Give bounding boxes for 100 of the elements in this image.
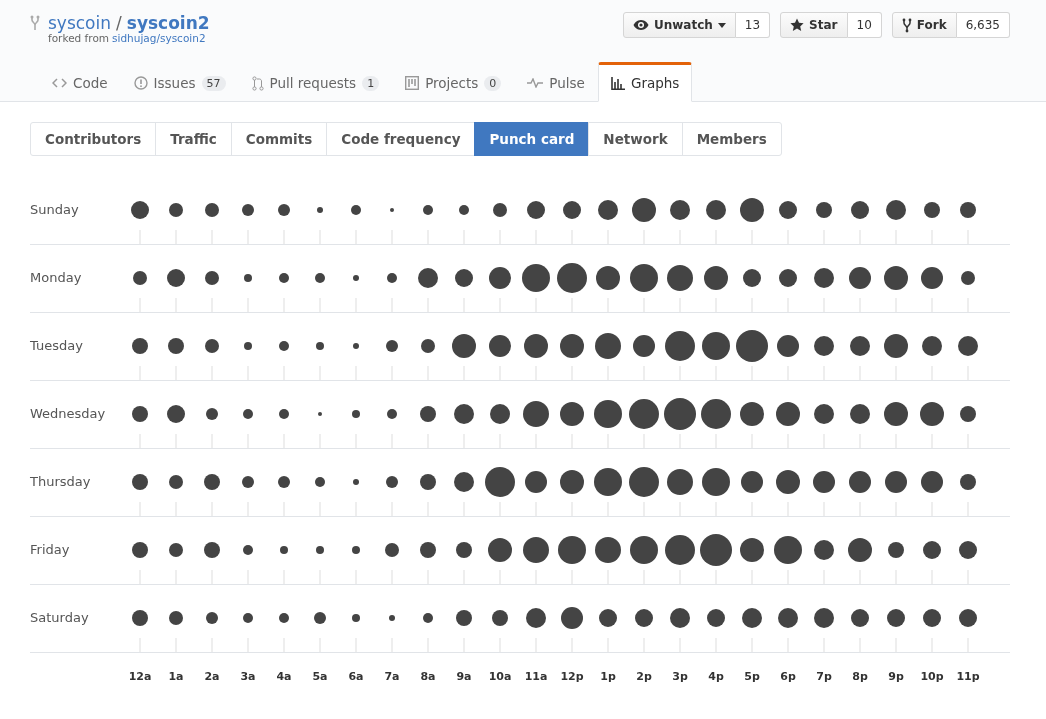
punch-dot <box>204 542 220 558</box>
punch-dot <box>132 338 148 354</box>
punch-dot <box>558 536 586 564</box>
hour-label: 3p <box>671 670 689 683</box>
punch-dot <box>168 338 184 354</box>
punch-dot <box>633 335 655 357</box>
hour-label: 6a <box>347 670 365 683</box>
graph-subnav-item[interactable]: Commits <box>230 122 328 156</box>
hour-label: 10p <box>919 670 945 683</box>
punch-dot <box>850 336 870 356</box>
punch-dot <box>492 610 508 626</box>
punch-dot <box>779 269 797 287</box>
punch-dot <box>352 546 360 554</box>
punch-dot <box>959 609 977 627</box>
punch-dot <box>921 267 943 289</box>
punch-dot <box>316 546 324 554</box>
fork-count[interactable]: 6,635 <box>956 12 1010 38</box>
punch-dot <box>920 402 944 426</box>
punch-dot <box>888 542 904 558</box>
punch-dot <box>848 538 872 562</box>
punch-dot <box>421 339 435 353</box>
hour-label: 7a <box>383 670 401 683</box>
watch-count[interactable]: 13 <box>735 12 771 38</box>
issue-icon <box>133 76 148 90</box>
repo-tab[interactable]: Projects 0 <box>392 62 515 102</box>
punch-dot <box>594 400 622 428</box>
punch-dot <box>278 476 290 488</box>
graph-subnav-item[interactable]: Contributors <box>30 122 157 156</box>
repo-tab[interactable]: Code <box>39 62 121 102</box>
owner-link[interactable]: syscoin <box>48 11 112 35</box>
punch-dot <box>560 334 584 358</box>
hour-label: 11a <box>523 670 549 683</box>
punch-dot <box>390 208 394 212</box>
punch-dot <box>707 609 725 627</box>
hour-label: 12a <box>127 670 153 683</box>
path-separator: / <box>116 12 122 34</box>
graph-subnav-item[interactable]: Code frequency <box>326 122 476 156</box>
punch-dot <box>456 542 472 558</box>
punch-dot <box>776 402 800 426</box>
repo-link[interactable]: syscoin2 <box>126 11 210 35</box>
punch-dot <box>454 472 474 492</box>
hour-label: 3a <box>239 670 257 683</box>
star-count[interactable]: 10 <box>847 12 882 38</box>
punch-dot <box>596 266 620 290</box>
punch-dot <box>420 542 436 558</box>
punch-dot <box>849 267 871 289</box>
punch-dot <box>814 608 834 628</box>
repo-tab[interactable]: Pulse <box>514 62 598 102</box>
punch-dot <box>452 334 476 358</box>
graph-subnav-item[interactable]: Punch card <box>474 122 590 156</box>
punch-dot <box>706 200 726 220</box>
punch-dot <box>630 536 658 564</box>
graph-subnav-item[interactable]: Traffic <box>155 122 232 156</box>
punch-dot <box>664 398 696 430</box>
punch-dot <box>315 477 325 487</box>
punch-dot <box>774 536 802 564</box>
punch-dot <box>206 408 218 420</box>
punch-dot <box>169 475 183 489</box>
hour-label: 4p <box>707 670 725 683</box>
bar-graph-icon <box>610 76 625 90</box>
punch-dot <box>420 474 436 490</box>
punch-dot <box>205 271 219 285</box>
punch-dot <box>206 612 218 624</box>
punch-dot <box>670 608 690 628</box>
repo-tab[interactable]: Graphs <box>597 62 693 102</box>
hour-label: 2a <box>203 670 221 683</box>
graph-subnav-item[interactable]: Members <box>681 122 782 156</box>
repo-tab[interactable]: Issues 57 <box>120 62 239 102</box>
repo-tab[interactable]: Pull requests 1 <box>238 62 393 102</box>
punch-dot <box>279 409 289 419</box>
punch-dot <box>743 269 761 287</box>
graph-subnav-item[interactable]: Network <box>588 122 683 156</box>
punch-dot <box>205 339 219 353</box>
watch-button[interactable]: Unwatch <box>622 12 736 38</box>
forked-from-link[interactable]: sidhujag/syscoin2 <box>112 32 206 44</box>
forked-from-text: forked from <box>48 32 110 44</box>
punch-dot <box>423 205 433 215</box>
punch-dot <box>456 610 472 626</box>
punch-dot <box>851 201 869 219</box>
punch-dot <box>454 404 474 424</box>
project-board-icon <box>405 76 420 90</box>
punch-dot <box>387 273 397 283</box>
punch-dot <box>386 340 398 352</box>
fork-button[interactable]: Fork <box>891 12 957 38</box>
punch-dot <box>524 334 548 358</box>
punch-dot <box>205 203 219 217</box>
punch-dot <box>418 268 438 288</box>
punch-dot <box>814 540 834 560</box>
punch-dot <box>131 201 149 219</box>
punch-dot <box>778 608 798 628</box>
punch-dot <box>670 200 690 220</box>
punch-dot <box>887 609 905 627</box>
hour-label: 6p <box>779 670 797 683</box>
punch-dot <box>629 467 659 497</box>
star-button[interactable]: Star <box>780 12 848 38</box>
punch-dot <box>884 334 908 358</box>
hour-label: 2p <box>635 670 653 683</box>
punch-dot <box>527 201 545 219</box>
fork-icon <box>30 15 40 31</box>
hour-label: 5a <box>311 670 329 683</box>
